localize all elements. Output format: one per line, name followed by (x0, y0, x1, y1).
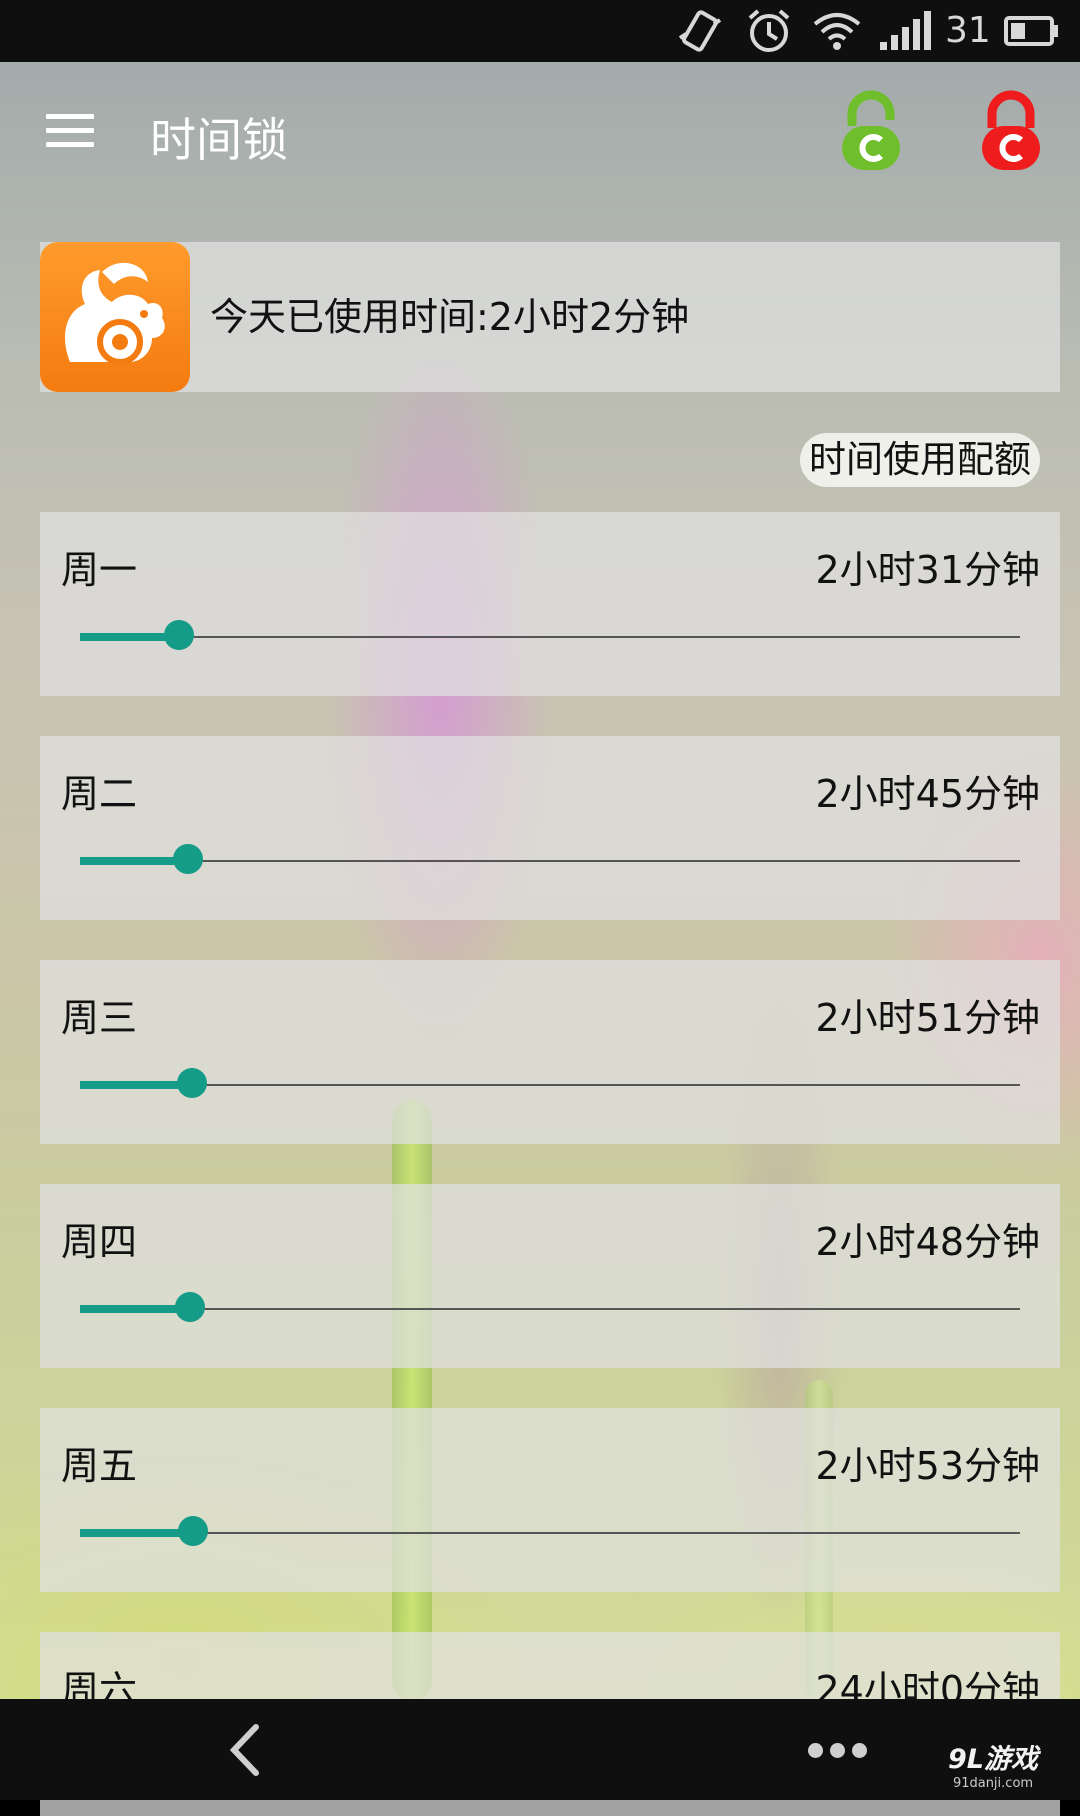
day-label: 周三 (61, 996, 138, 1040)
slider-thumb[interactable] (173, 844, 204, 874)
lock-red-icon[interactable] (978, 90, 1044, 174)
day-card-wed: 周三 2小时51分钟 (40, 960, 1060, 1144)
quota-slider[interactable] (80, 1068, 1020, 1098)
slider-fill (80, 1081, 192, 1089)
slider-thumb[interactable] (177, 1516, 208, 1546)
quota-slider[interactable] (80, 1516, 1020, 1546)
day-label: 周四 (61, 1220, 138, 1264)
day-card-tue: 周二 2小时45分钟 (40, 736, 1060, 920)
day-value: 2小时45分钟 (815, 772, 1040, 816)
uc-browser-squirrel-icon (40, 242, 190, 392)
unlock-green-icon[interactable] (838, 90, 904, 174)
slider-thumb[interactable] (163, 620, 194, 650)
more-dots-icon[interactable] (808, 1743, 868, 1759)
day-value: 2小时53分钟 (815, 1444, 1040, 1488)
day-value: 2小时31分钟 (815, 548, 1040, 592)
status-bar: 31 (0, 0, 1080, 62)
battery-level: 31 (945, 10, 991, 51)
slider-fill (80, 1305, 190, 1313)
today-usage-card: 今天已使用时间:2小时2分钟 (40, 242, 1060, 392)
day-card-mon: 周一 2小时31分钟 (40, 512, 1060, 696)
day-value: 2小时48分钟 (815, 1220, 1040, 1264)
day-label: 周二 (61, 772, 138, 816)
slider-fill (80, 857, 189, 865)
day-label: 周一 (61, 548, 138, 592)
page-title: 时间锁 (150, 113, 288, 167)
quota-slider[interactable] (80, 620, 1020, 650)
slider-thumb[interactable] (176, 1068, 207, 1098)
site-watermark: 9L游戏 91danji.com (918, 1744, 1068, 1796)
alarm-icon (748, 9, 790, 52)
slider-fill (80, 1529, 193, 1537)
battery-icon (1004, 16, 1058, 46)
today-usage-text: 今天已使用时间:2小时2分钟 (210, 295, 690, 339)
watermark-url: 91danji.com (952, 1776, 1034, 1791)
back-arrow-icon[interactable] (220, 1723, 274, 1777)
day-label: 周五 (61, 1444, 138, 1488)
day-card-fri: 周五 2小时53分钟 (40, 1408, 1060, 1592)
day-card-thu: 周四 2小时48分钟 (40, 1184, 1060, 1368)
slider-thumb[interactable] (174, 1292, 205, 1322)
quota-slider[interactable] (80, 844, 1020, 874)
signal-icon (880, 11, 931, 50)
quota-slider[interactable] (80, 1292, 1020, 1322)
time-quota-button[interactable]: 时间使用配额 (800, 433, 1040, 487)
hamburger-menu-icon[interactable] (46, 110, 96, 154)
vibrate-icon (678, 10, 722, 52)
watermark-logo: 9L游戏 (948, 1744, 1038, 1775)
day-value: 2小时51分钟 (815, 996, 1040, 1040)
wifi-icon (813, 13, 861, 50)
